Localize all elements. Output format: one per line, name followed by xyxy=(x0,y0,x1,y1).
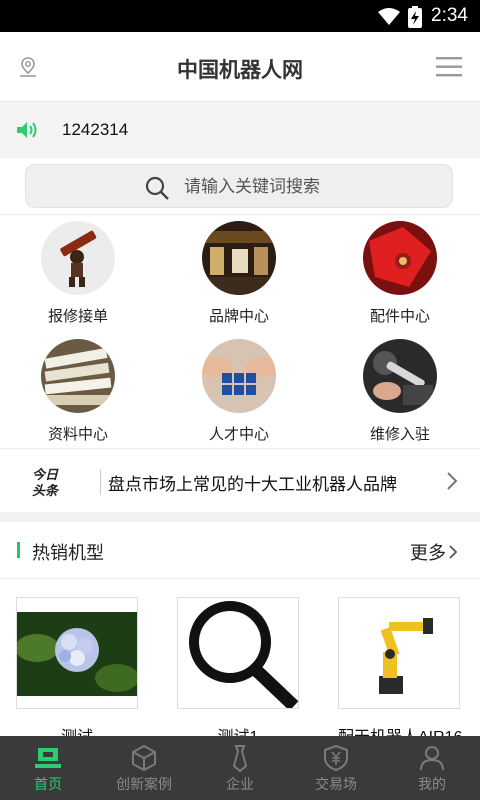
tab-profile[interactable]: 我的 xyxy=(384,736,480,800)
repair-robot-image xyxy=(41,221,115,295)
user-icon xyxy=(420,746,444,771)
parts-center-image xyxy=(363,221,437,295)
product-image-robot-arm xyxy=(338,597,460,709)
tab-label: 企业 xyxy=(226,776,254,792)
tab-marketplace[interactable]: 交易场 xyxy=(288,736,384,800)
page-title: 中国机器人网 xyxy=(177,59,303,82)
chevron-right-icon xyxy=(449,545,458,559)
product-name: 测试 xyxy=(16,723,138,736)
grid-item-repair-orders[interactable]: 报修接单 xyxy=(18,215,138,325)
tab-label: 我的 xyxy=(418,776,446,792)
search-icon xyxy=(145,176,169,200)
headline-news[interactable]: 今日 头条 盘点市场上常见的十大工业机器人品牌 xyxy=(0,448,480,512)
product-name: 配天机器人AIR16 xyxy=(338,723,462,736)
toutiao-logo: 今日 头条 xyxy=(32,467,60,497)
grid-item-documents[interactable]: 资料中心 xyxy=(18,333,138,443)
grid-item-label: 报修接单 xyxy=(47,308,108,325)
product-name: 测试1 xyxy=(177,723,299,736)
svg-text:头条: 头条 xyxy=(32,483,60,497)
hot-products-section: 热销机型 更多 测试 测试1 xyxy=(0,522,480,736)
grid-item-label: 人才中心 xyxy=(208,426,269,443)
search-input[interactable] xyxy=(184,174,434,200)
search-box[interactable] xyxy=(25,164,453,208)
tie-icon xyxy=(232,745,248,773)
svg-text:今日: 今日 xyxy=(32,467,59,483)
brand-center-image xyxy=(202,221,276,295)
cube-icon xyxy=(132,744,156,772)
grid-item-label: 品牌中心 xyxy=(208,308,269,325)
notice-bar[interactable]: 1242314 xyxy=(0,102,480,158)
yuan-shield-icon xyxy=(324,744,348,772)
product-image-hydrangea xyxy=(16,597,138,709)
tab-innovation-cases[interactable]: 创新案例 xyxy=(96,736,192,800)
battery-charging-icon xyxy=(408,6,422,28)
notice-text: 1242314 xyxy=(62,120,129,139)
tab-enterprise[interactable]: 企业 xyxy=(192,736,288,800)
tab-label: 首页 xyxy=(34,776,62,792)
product-card[interactable]: 测试1 xyxy=(177,597,299,736)
grid-item-label: 资料中心 xyxy=(47,426,108,443)
app-header: 中国机器人网 xyxy=(0,32,480,102)
chevron-right-icon xyxy=(447,472,458,490)
menu-icon[interactable] xyxy=(436,56,462,78)
section-title: 热销机型 xyxy=(32,543,104,563)
tab-label: 创新案例 xyxy=(116,776,172,792)
more-button[interactable]: 更多 xyxy=(410,539,458,565)
grid-item-label: 维修入驻 xyxy=(369,426,430,443)
divider xyxy=(0,578,480,579)
section-accent-bar xyxy=(17,542,20,558)
grid-item-talent-center[interactable]: 人才中心 xyxy=(179,333,299,443)
grid-item-parts-center[interactable]: 配件中心 xyxy=(340,215,460,325)
speaker-icon xyxy=(17,122,37,138)
tab-home[interactable]: 首页 xyxy=(0,736,96,800)
bottom-tab-bar: 首页 创新案例 企业 交易场 我的 xyxy=(0,736,480,800)
documents-image xyxy=(41,339,115,413)
tab-label: 交易场 xyxy=(315,776,357,792)
headline-text: 盘点市场上常见的十大工业机器人品牌 xyxy=(108,475,397,494)
wifi-icon xyxy=(378,8,400,25)
talent-center-image xyxy=(202,339,276,413)
search-section xyxy=(0,158,480,214)
feature-grid: 报修接单 品牌中心 配件中心 资料中心 人才中心 维修入驻 xyxy=(0,214,480,448)
grid-item-repair-join[interactable]: 维修入驻 xyxy=(340,333,460,443)
grid-item-brand-center[interactable]: 品牌中心 xyxy=(179,215,299,325)
product-card[interactable]: 配天机器人AIR16 xyxy=(338,597,462,736)
divider xyxy=(100,469,101,495)
product-card[interactable]: 测试 xyxy=(16,597,138,736)
status-bar: 2:34 xyxy=(0,0,480,32)
status-time: 2:34 xyxy=(431,5,468,26)
grid-item-label: 配件中心 xyxy=(369,308,430,325)
product-image-search xyxy=(177,597,299,709)
home-icon xyxy=(35,748,61,768)
repair-join-image xyxy=(363,339,437,413)
